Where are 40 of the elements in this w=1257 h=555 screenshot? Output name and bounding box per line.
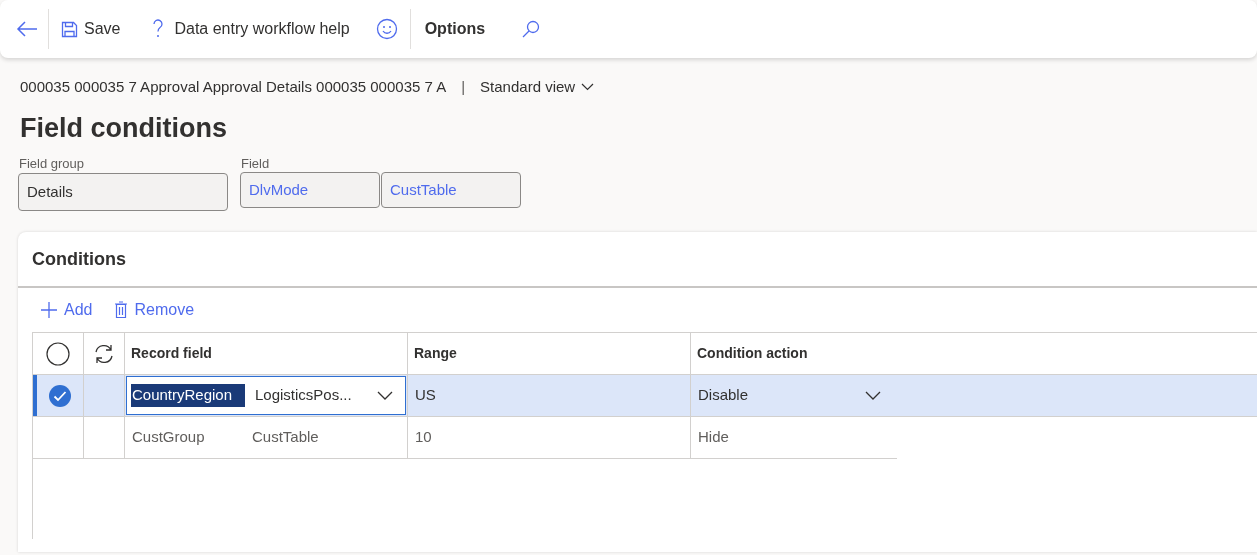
back-button[interactable]: [16, 9, 49, 49]
page-title: Field conditions: [20, 112, 228, 145]
field-input[interactable]: DlvMode: [240, 172, 380, 208]
smiley-face-icon[interactable]: [375, 18, 398, 40]
question-mark-icon: [152, 19, 165, 39]
field-label: Field group: [19, 155, 86, 170]
save-button[interactable]: Save: [59, 17, 123, 41]
help-button[interactable]: Data entry workflow help: [152, 17, 350, 41]
column-header[interactable]: Condition action: [691, 333, 1091, 374]
chevron-down-icon[interactable]: [377, 390, 393, 401]
plus-icon: [40, 301, 58, 319]
field-group-input[interactable]: Details: [18, 173, 228, 211]
add-button[interactable]: Add: [40, 298, 93, 322]
chevron-down-icon: [581, 83, 595, 91]
options-button[interactable]: Options: [424, 17, 486, 41]
table-cell-text: CustTable: [252, 427, 319, 448]
trash-icon: [114, 301, 129, 319]
table-cell-text: CustGroup: [132, 427, 206, 448]
column-header[interactable]: Record field: [125, 333, 408, 374]
table-cell-text: Hide: [698, 427, 729, 448]
table-row[interactable]: CustGroup CustTable 10 Hide: [33, 417, 897, 459]
field-label: Field: [241, 155, 271, 170]
table-cell-text: Disable: [698, 385, 749, 406]
table-row[interactable]: CountryRegion LogisticsPos... US Disable: [33, 375, 1257, 417]
field-input[interactable]: CustTable: [381, 172, 521, 208]
breadcrumb: 000035 000035 7 Approval Approval Details 000035 000035 7 A: [20, 76, 447, 97]
table-cell-text: 10: [415, 427, 432, 448]
view-selector[interactable]: Standard view: [480, 75, 595, 99]
search-icon[interactable]: [521, 19, 542, 39]
remove-button[interactable]: Remove: [114, 298, 195, 322]
refresh-icon[interactable]: [93, 342, 115, 365]
back-arrow-icon[interactable]: [16, 20, 38, 38]
separator: |: [461, 76, 466, 97]
table-cell-text: US: [415, 385, 436, 406]
column-header[interactable]: Range: [408, 333, 691, 374]
chevron-down-icon[interactable]: [865, 390, 881, 401]
select-all-checkbox[interactable]: [46, 341, 70, 366]
section-title: Conditions: [32, 247, 126, 271]
row-checkbox[interactable]: [48, 383, 72, 408]
record-field-dropdown[interactable]: CountryRegion LogisticsPos...: [126, 376, 406, 415]
